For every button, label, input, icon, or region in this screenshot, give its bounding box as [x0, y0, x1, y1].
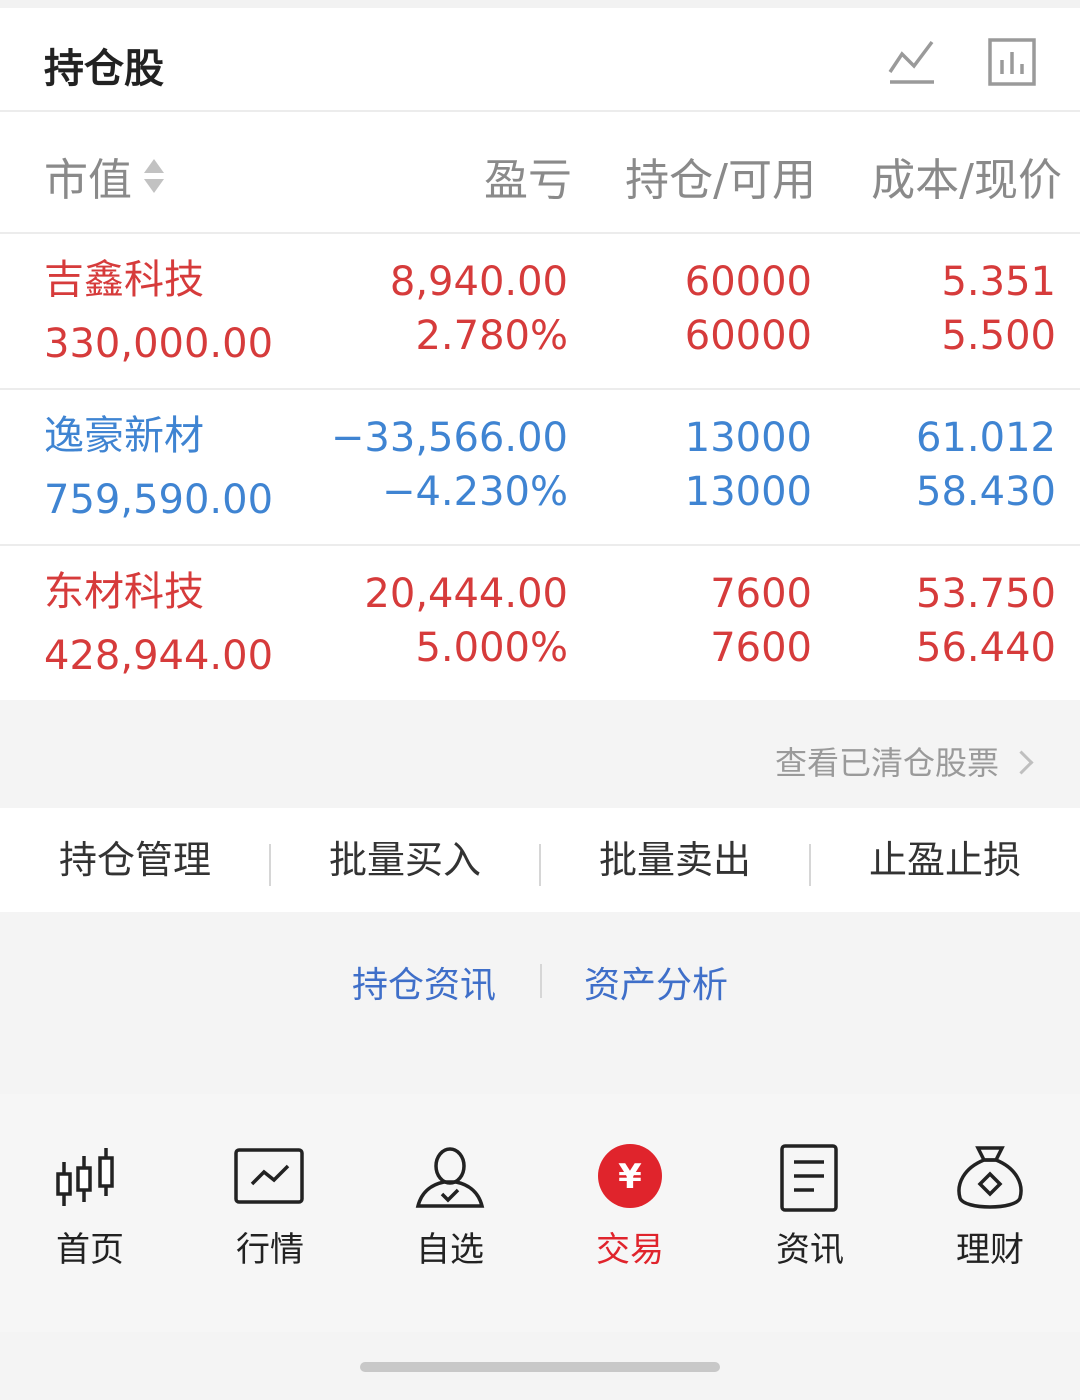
market-value: 759,590.00	[44, 477, 274, 523]
stock-name: 逸豪新材	[44, 413, 204, 459]
market-value: 428,944.00	[44, 633, 274, 679]
column-market-value: 市值	[44, 155, 132, 206]
tab-label: 自选	[416, 1230, 484, 1270]
column-pnl: 盈亏	[484, 155, 572, 206]
document-icon	[780, 1144, 838, 1212]
available-qty: 7600	[710, 625, 812, 671]
pnl-percent: 2.780%	[415, 313, 568, 359]
tab-watchlist[interactable]: 自选	[360, 1144, 540, 1274]
action-bar: 持仓管理 批量买入 批量卖出 止盈止损	[0, 808, 1080, 912]
cost-price: 5.351	[941, 259, 1056, 305]
current-price: 5.500	[941, 313, 1056, 359]
tab-label: 资讯	[776, 1230, 844, 1270]
hold-qty: 60000	[684, 259, 812, 305]
tab-wealth[interactable]: 理财	[900, 1144, 1080, 1274]
current-price: 58.430	[916, 469, 1056, 515]
holdings-header: 持仓股	[0, 8, 1080, 112]
tab-label: 行情	[236, 1230, 304, 1270]
cleared-link-label: 查看已清仓股票	[774, 744, 999, 782]
sort-market-value[interactable]: 市值	[44, 144, 166, 208]
tab-trade[interactable]: ¥ 交易	[540, 1144, 720, 1274]
batch-buy-button[interactable]: 批量买入	[270, 808, 540, 912]
cost-price: 61.012	[916, 415, 1056, 461]
user-star-icon	[415, 1147, 485, 1208]
stock-name: 吉鑫科技	[44, 257, 204, 303]
holding-news-link[interactable]: 持仓资讯	[352, 956, 496, 1008]
table-row[interactable]: 东材科技 428,944.00 20,444.00 5.000% 7600 76…	[0, 546, 1080, 700]
bottom-tab-bar: 首页 行情 自选 ¥ 交易 资讯 理财	[0, 1094, 1080, 1332]
money-bag-icon	[957, 1146, 1023, 1209]
tab-label: 首页	[56, 1230, 124, 1270]
position-management-button[interactable]: 持仓管理	[0, 808, 270, 912]
chevron-right-icon	[1009, 749, 1034, 775]
tab-market[interactable]: 行情	[180, 1144, 360, 1274]
sort-icon	[142, 155, 166, 206]
tab-label: 交易	[596, 1230, 664, 1270]
top-strip	[0, 0, 1080, 8]
current-price: 56.440	[916, 625, 1056, 671]
svg-text:¥: ¥	[618, 1157, 642, 1197]
cost-price: 53.750	[916, 571, 1056, 617]
view-cleared-stocks-link[interactable]: 查看已清仓股票	[774, 738, 1034, 784]
available-qty: 60000	[684, 313, 812, 359]
tab-home[interactable]: 首页	[0, 1144, 180, 1274]
tab-label: 理财	[956, 1230, 1024, 1270]
info-links: 持仓资讯 资产分析	[0, 956, 1080, 1006]
home-indicator[interactable]	[360, 1362, 720, 1372]
column-position: 持仓/可用	[625, 155, 816, 206]
asset-analysis-link[interactable]: 资产分析	[584, 956, 728, 1008]
table-row[interactable]: 吉鑫科技 330,000.00 8,940.00 2.780% 60000 60…	[0, 234, 1080, 390]
pnl-percent: −4.230%	[381, 469, 568, 515]
market-value: 330,000.00	[44, 321, 274, 367]
page-title: 持仓股	[44, 46, 164, 92]
line-chart-icon[interactable]	[884, 34, 940, 90]
market-chart-icon	[234, 1148, 304, 1204]
table-row[interactable]: 逸豪新材 759,590.00 −33,566.00 −4.230% 13000…	[0, 390, 1080, 546]
column-header: 市值 盈亏 持仓/可用 成本/现价	[0, 112, 1080, 234]
tab-news[interactable]: 资讯	[720, 1144, 900, 1274]
hold-qty: 7600	[710, 571, 812, 617]
available-qty: 13000	[684, 469, 812, 515]
pnl-amount: 20,444.00	[364, 571, 568, 617]
yuan-coin-icon: ¥	[598, 1144, 662, 1208]
pnl-amount: −33,566.00	[330, 415, 568, 461]
batch-sell-button[interactable]: 批量卖出	[540, 808, 810, 912]
stop-profit-loss-button[interactable]: 止盈止损	[810, 808, 1080, 912]
bar-chart-icon[interactable]	[984, 34, 1040, 90]
candlestick-icon	[56, 1148, 114, 1206]
divider	[540, 964, 542, 998]
pnl-amount: 8,940.00	[389, 259, 568, 305]
column-cost-price: 成本/现价	[871, 155, 1062, 206]
pnl-percent: 5.000%	[415, 625, 568, 671]
stock-name: 东材科技	[44, 569, 204, 615]
hold-qty: 13000	[684, 415, 812, 461]
